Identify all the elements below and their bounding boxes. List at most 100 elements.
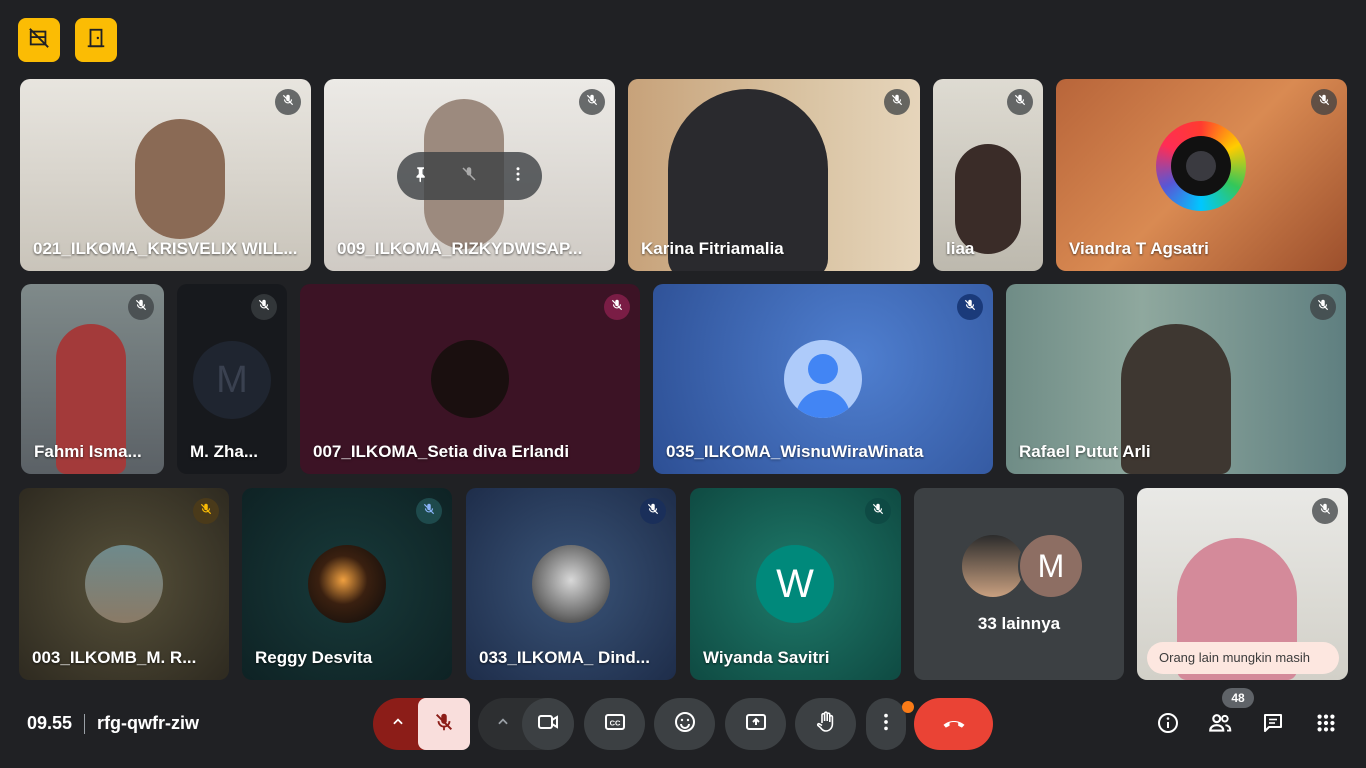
chevron-up-icon bbox=[496, 715, 510, 734]
mic-off-icon bbox=[610, 298, 624, 317]
captions-button[interactable]: CC bbox=[584, 698, 645, 750]
avatar-initial: M bbox=[216, 358, 248, 401]
participant-tile[interactable]: 009_ILKOMA_RIZKYDWISAP... bbox=[324, 79, 615, 271]
meeting-details-button[interactable] bbox=[1151, 708, 1185, 742]
others-count-label: 33 lainnya bbox=[977, 614, 1061, 633]
avatar: M bbox=[193, 341, 271, 419]
participant-tile[interactable]: 021_ILKOMA_KRISVELIX WILL... bbox=[20, 79, 311, 271]
participant-name: 021_ILKOMA_KRISVELIX WILL... bbox=[33, 239, 298, 258]
participant-tile[interactable]: Karina Fitriamalia bbox=[628, 79, 920, 271]
avatar-initial: M bbox=[1037, 547, 1065, 584]
hide-tiles-button[interactable] bbox=[18, 18, 60, 62]
participant-name: 007_ILKOMA_Setia diva Erlandi bbox=[313, 442, 570, 461]
mic-toggle-button[interactable] bbox=[418, 698, 470, 750]
camera-toggle-button[interactable] bbox=[522, 698, 574, 750]
mic-off-icon bbox=[134, 298, 148, 317]
meeting-code: rfg-qwfr-ziw bbox=[97, 713, 200, 733]
participant-tile[interactable]: Orang lain mungkin masih bbox=[1137, 488, 1348, 680]
mic-off-icon bbox=[281, 93, 295, 112]
participant-tile[interactable]: M M. Zha... bbox=[177, 284, 287, 474]
participant-tile[interactable]: Reggy Desvita bbox=[242, 488, 452, 680]
raise-hand-button[interactable] bbox=[795, 698, 856, 750]
mic-off-icon bbox=[1013, 93, 1027, 112]
avatar bbox=[960, 533, 1026, 599]
participant-name: 003_ILKOMB_M. R... bbox=[32, 648, 197, 667]
videocam-icon bbox=[536, 710, 560, 739]
participant-name: Wiyanda Savitri bbox=[703, 648, 830, 667]
participant-tile[interactable]: Viandra T Agsatri bbox=[1056, 79, 1347, 271]
mic-off-icon bbox=[199, 502, 213, 521]
participant-name: Rafael Putut Arli bbox=[1019, 442, 1151, 461]
avatar-initial: W bbox=[776, 561, 814, 606]
participant-name: Fahmi Isma... bbox=[34, 442, 142, 461]
participant-tile[interactable]: 003_ILKOMB_M. R... bbox=[19, 488, 229, 680]
participant-name: liaa bbox=[946, 239, 975, 258]
others-tile[interactable]: M 33 lainnya bbox=[914, 488, 1124, 680]
meeting-time: 09.55 bbox=[27, 713, 73, 733]
mic-off-indicator bbox=[1310, 294, 1336, 320]
avatar bbox=[308, 545, 386, 623]
mic-off-indicator bbox=[275, 89, 301, 115]
participant-tile[interactable]: Fahmi Isma... bbox=[21, 284, 164, 474]
mic-off-indicator bbox=[579, 89, 605, 115]
participant-name: Reggy Desvita bbox=[255, 648, 373, 667]
raise-hand-icon bbox=[814, 710, 838, 739]
leave-call-button[interactable] bbox=[914, 698, 993, 750]
participant-video bbox=[135, 119, 225, 239]
mic-off-icon bbox=[1316, 298, 1330, 317]
mic-off-icon bbox=[585, 93, 599, 112]
mic-off-icon bbox=[1318, 502, 1332, 521]
mic-off-indicator bbox=[1311, 89, 1337, 115]
participant-video bbox=[955, 144, 1021, 254]
mic-off-icon bbox=[890, 93, 904, 112]
participant-name: 033_ILKOMA_ Dind... bbox=[479, 648, 650, 667]
reactions-button[interactable] bbox=[654, 698, 715, 750]
notification-dot bbox=[902, 701, 914, 713]
more-options-button[interactable] bbox=[866, 698, 906, 750]
mic-off-icon bbox=[646, 502, 660, 521]
mic-off-indicator bbox=[640, 498, 666, 524]
avatar bbox=[784, 340, 862, 418]
mute-participant-icon[interactable] bbox=[460, 165, 478, 188]
participant-name: 035_ILKOMA_WisnuWiraWinata bbox=[666, 442, 924, 461]
mic-off-icon bbox=[963, 298, 977, 317]
door-button[interactable] bbox=[75, 18, 117, 62]
call-end-icon bbox=[940, 708, 968, 741]
info-icon bbox=[1156, 711, 1180, 740]
mic-off-indicator bbox=[1312, 498, 1338, 524]
camera-lens-icon bbox=[1156, 121, 1246, 211]
participant-tile[interactable]: 007_ILKOMA_Setia diva Erlandi bbox=[300, 284, 640, 474]
chat-button[interactable] bbox=[1256, 708, 1290, 742]
participant-tile[interactable]: 035_ILKOMA_WisnuWiraWinata bbox=[653, 284, 993, 474]
mic-off-icon bbox=[871, 502, 885, 521]
participant-name: 009_ILKOMA_RIZKYDWISAP... bbox=[337, 239, 583, 258]
mic-off-icon bbox=[1317, 93, 1331, 112]
hide-tiles-icon bbox=[28, 27, 50, 54]
mic-off-icon bbox=[257, 298, 271, 317]
mic-off-indicator bbox=[416, 498, 442, 524]
avatar bbox=[532, 545, 610, 623]
pin-icon[interactable] bbox=[412, 165, 430, 188]
participant-tile[interactable]: Rafael Putut Arli bbox=[1006, 284, 1346, 474]
divider bbox=[84, 713, 86, 734]
participant-name: Viandra T Agsatri bbox=[1069, 239, 1209, 258]
more-vert-icon[interactable] bbox=[509, 165, 527, 188]
captions-icon: CC bbox=[603, 710, 627, 739]
mic-off-indicator bbox=[251, 294, 277, 320]
participant-name: Karina Fitriamalia bbox=[641, 239, 784, 258]
door-exit-icon bbox=[85, 27, 107, 54]
avatar: W bbox=[756, 545, 834, 623]
present-button[interactable] bbox=[725, 698, 786, 750]
participant-tile[interactable]: 033_ILKOMA_ Dind... bbox=[466, 488, 676, 680]
mic-off-icon bbox=[433, 711, 455, 738]
svg-text:CC: CC bbox=[609, 718, 620, 727]
activities-button[interactable] bbox=[1309, 708, 1343, 742]
people-button[interactable] bbox=[1203, 708, 1237, 742]
chevron-up-icon bbox=[391, 715, 405, 734]
avatar bbox=[431, 340, 509, 418]
mic-off-icon bbox=[422, 502, 436, 521]
mic-off-indicator bbox=[865, 498, 891, 524]
participant-tile[interactable]: W Wiyanda Savitri bbox=[690, 488, 901, 680]
mic-off-indicator bbox=[884, 89, 910, 115]
participant-tile[interactable]: liaa bbox=[933, 79, 1043, 271]
